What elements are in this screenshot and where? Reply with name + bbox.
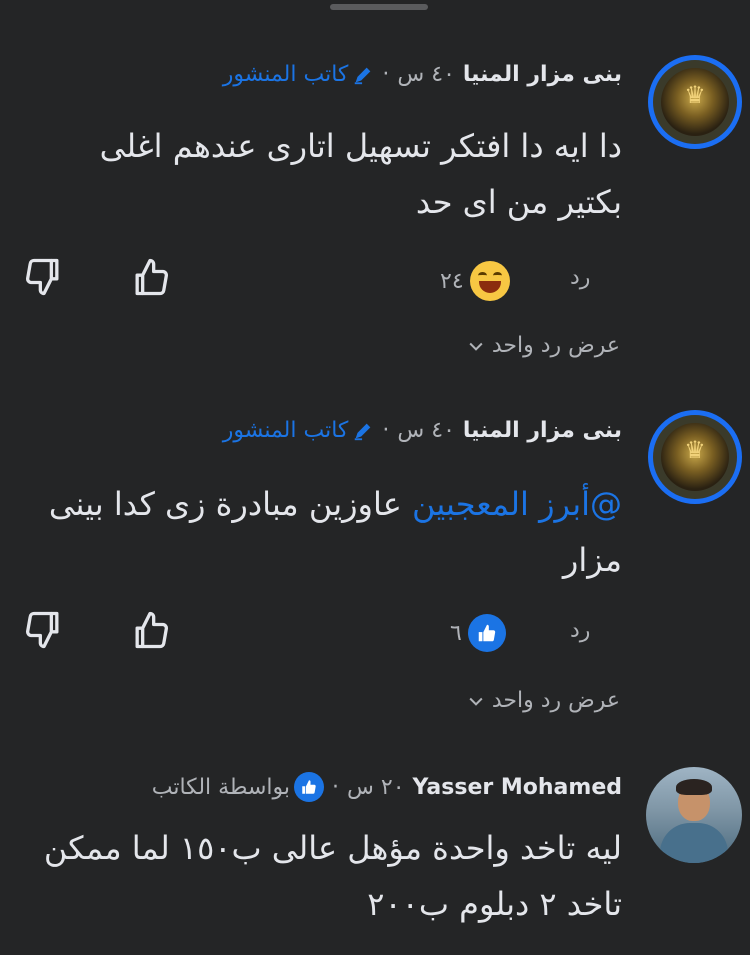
mention-link[interactable]: @أبرز المعجبين: [412, 485, 622, 523]
page-avatar[interactable]: ♛: [648, 410, 742, 504]
reaction-count: ٦: [450, 620, 462, 646]
author-badge-label: كاتب المنشور: [222, 62, 349, 87]
pencil-icon: [355, 67, 371, 84]
chevron-down-icon: [469, 342, 483, 351]
comment-actions: ٢٤ رد: [0, 255, 750, 305]
author-badge: كاتب المنشور: [223, 418, 375, 443]
reply-button[interactable]: رد: [570, 265, 590, 290]
commenter-name[interactable]: Yasser Mohamed: [413, 775, 622, 800]
page-avatar[interactable]: ♛: [648, 55, 742, 149]
author-badge-label: بواسطة الكاتب: [151, 774, 291, 800]
comment-actions: ٦ رد: [0, 608, 750, 658]
separator-dot: ·: [382, 62, 390, 87]
view-replies-link[interactable]: عرض رد واحد: [466, 333, 620, 358]
comment-time[interactable]: ٤٠ س: [397, 418, 455, 443]
comment-meta: بنى مزار المنيا ٤٠ س · كاتب المنشور: [223, 62, 622, 87]
commenter-name[interactable]: بنى مزار المنيا: [463, 418, 622, 443]
view-replies-link[interactable]: عرض رد واحد: [466, 688, 620, 713]
thumbs-down-icon[interactable]: [22, 608, 66, 652]
reply-button[interactable]: رد: [570, 618, 590, 643]
comment-text: دا ايه دا افتكر تسهيل اتارى عندهم اغلى ب…: [99, 127, 622, 221]
separator-dot: ·: [382, 418, 390, 443]
commenter-name[interactable]: بنى مزار المنيا: [463, 62, 622, 87]
crown-icon: ♛: [684, 81, 706, 110]
view-replies-label: عرض رد واحد: [491, 333, 620, 358]
comment-meta: Yasser Mohamed ٢٠ س · بواسطة الكاتب: [152, 772, 622, 802]
view-replies-label: عرض رد واحد: [491, 688, 620, 713]
haha-emoji-icon: [469, 261, 510, 301]
author-badge: بواسطة الكاتب: [151, 772, 325, 802]
comment-time[interactable]: ٤٠ س: [397, 62, 455, 87]
comment-time[interactable]: ٢٠ س: [347, 775, 405, 800]
pencil-icon: [355, 423, 371, 440]
comment-text: ليه تاخد واحدة مؤهل عالى ب١٥٠ لما ممكن ت…: [43, 829, 622, 923]
chevron-down-icon: [469, 697, 483, 706]
author-badge: كاتب المنشور: [223, 62, 375, 87]
reaction-summary[interactable]: ٦: [450, 614, 506, 652]
drag-handle[interactable]: [330, 4, 428, 10]
author-badge-label: كاتب المنشور: [222, 418, 349, 443]
comment-meta: بنى مزار المنيا ٤٠ س · كاتب المنشور: [223, 418, 622, 443]
comment-text: @أبرز المعجبين عاوزين مبادرة زى كدا بينى…: [42, 476, 622, 588]
user-avatar[interactable]: [646, 767, 742, 863]
like-reaction-icon: [294, 772, 325, 802]
thumbs-up-icon[interactable]: [128, 255, 172, 299]
reaction-summary[interactable]: ٢٤: [440, 261, 510, 301]
thumbs-up-icon[interactable]: [128, 608, 172, 652]
separator-dot: ·: [332, 774, 340, 800]
crown-icon: ♛: [684, 436, 706, 465]
thumbs-down-icon[interactable]: [22, 255, 66, 299]
reaction-count: ٢٤: [440, 268, 464, 294]
like-reaction-icon: [467, 614, 506, 652]
